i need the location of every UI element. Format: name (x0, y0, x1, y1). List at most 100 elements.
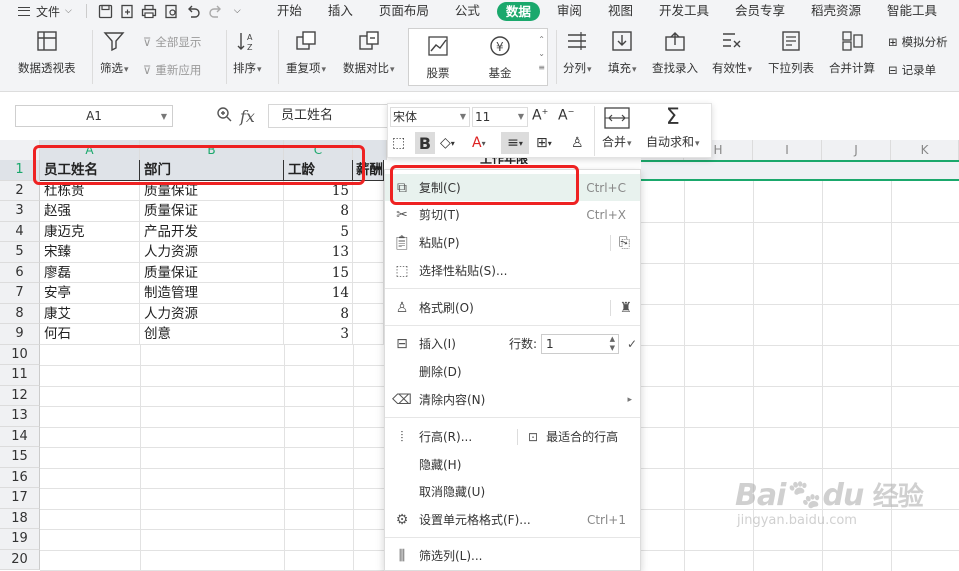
show-all-button[interactable]: ⊽ 全部显示 (143, 34, 201, 50)
table-cell[interactable]: 廖磊 (40, 262, 140, 283)
stock-button[interactable]: 股票 (425, 33, 451, 81)
fund-button[interactable]: ¥ 基金 (487, 33, 513, 81)
row-header[interactable]: 15 (0, 447, 40, 468)
row-header[interactable]: 17 (0, 488, 40, 509)
save-icon[interactable] (97, 3, 114, 20)
menu-item-paste[interactable]: 📋︎ 粘贴(P) ⎘ (385, 229, 640, 256)
tab-page-layout[interactable]: 页面布局 (366, 0, 442, 22)
row-header[interactable]: 5 (0, 242, 40, 263)
menu-item-format-cells[interactable]: ⚙ 设置单元格格式(F)... Ctrl+1 (385, 506, 640, 533)
record-form-button[interactable]: ⊟ 记录单 (888, 62, 936, 78)
font-family-select[interactable]: 宋体 ▼ (390, 107, 470, 127)
table-cell[interactable]: 产品开发 (140, 221, 284, 242)
tab-review[interactable]: 审阅 (544, 0, 595, 22)
table-cell[interactable]: 安亭 (40, 283, 140, 304)
row-header[interactable]: 20 (0, 549, 40, 570)
table-cell[interactable]: 14 (284, 283, 353, 304)
table-cell[interactable]: 制造管理 (140, 283, 284, 304)
file-menu[interactable]: 文件 ⌵ (0, 0, 80, 22)
table-cell[interactable]: 康艾 (40, 303, 140, 324)
row-header[interactable]: 13 (0, 406, 40, 427)
table-cell[interactable]: 康迈克 (40, 221, 140, 242)
tab-formulas[interactable]: 公式 (442, 0, 493, 22)
gallery-scroll[interactable]: ⌃ ⌄ ≡ (538, 33, 545, 75)
borders-icon[interactable]: ⊞ ▾ (536, 132, 552, 154)
table-cell[interactable]: 人力资源 (140, 242, 284, 263)
row-header[interactable]: 2 (0, 180, 40, 201)
menu-item-insert[interactable]: ⊟ 插入(I) 行数: 1 ▲ ▼ ✓ (385, 330, 640, 357)
tab-developer[interactable]: 开发工具 (646, 0, 722, 22)
undo-icon[interactable] (185, 3, 202, 20)
table-cell[interactable]: 质量保证 (140, 262, 284, 283)
table-cell[interactable]: 15 (284, 262, 353, 283)
menu-item-cut[interactable]: ✂ 剪切(T) Ctrl+X (385, 201, 640, 228)
menu-item-paste-special[interactable]: ⬚ 选择性粘贴(S)... (385, 257, 640, 284)
menu-item-hide[interactable]: 隐藏(H) (385, 451, 640, 478)
col-header-j[interactable]: J (822, 140, 891, 160)
table-cell[interactable]: 13 (284, 242, 353, 263)
table-cell[interactable] (353, 283, 384, 304)
print-icon[interactable] (141, 3, 158, 20)
tab-view[interactable]: 视图 (595, 0, 646, 22)
lookup-entry-button[interactable]: 查找录入 (652, 28, 698, 76)
row-header[interactable]: 12 (0, 385, 40, 406)
customize-quick-access-icon[interactable]: ⌵ (229, 3, 246, 20)
align-center-icon[interactable]: ≡ ▾ (501, 132, 529, 154)
row-header[interactable]: 10 (0, 344, 40, 365)
table-cell[interactable] (353, 221, 384, 242)
row-header[interactable]: 9 (0, 324, 40, 345)
table-cell[interactable]: 人力资源 (140, 303, 284, 324)
font-size-select[interactable]: 11 ▼ (472, 107, 528, 127)
tab-docer[interactable]: 稻壳资源 (798, 0, 874, 22)
col-header-i[interactable]: I (753, 140, 822, 160)
format-painter-multi-icon[interactable]: ♜ (619, 300, 632, 316)
zoom-search-icon[interactable] (216, 106, 232, 126)
dropdown-list-button[interactable]: 下拉列表 (768, 28, 814, 76)
row-header[interactable]: 11 (0, 365, 40, 386)
table-cell[interactable] (353, 303, 384, 324)
menu-item-unhide[interactable]: 取消隐藏(U) (385, 478, 640, 505)
chevron-down-icon[interactable]: ▼ (161, 112, 167, 121)
row-header[interactable]: 3 (0, 201, 40, 222)
tab-insert[interactable]: 插入 (315, 0, 366, 22)
table-cell[interactable] (353, 262, 384, 283)
font-color-icon[interactable]: A ▾ (472, 132, 486, 154)
simulate-analysis-button[interactable]: ⊞ 模拟分析 (888, 34, 948, 50)
sort-button[interactable]: AZ 排序 (233, 28, 262, 76)
menu-item-clear-contents[interactable]: ⌫ 清除内容(N) ▸ (385, 386, 640, 413)
table-cell[interactable]: 8 (284, 201, 353, 222)
validity-button[interactable]: 有效性 (712, 28, 752, 76)
autosum-button[interactable]: Σ 自动求和 (646, 107, 700, 150)
table-cell[interactable]: 3 (284, 324, 353, 345)
row-header[interactable]: 4 (0, 221, 40, 242)
tab-home[interactable]: 开始 (264, 0, 315, 22)
data-compare-button[interactable]: 数据对比 (343, 28, 395, 76)
fill-color-icon[interactable]: ◇ ▾ (440, 132, 455, 154)
format-cells-icon[interactable]: ⬚ (392, 132, 405, 154)
menu-item-format-painter[interactable]: ♙ 格式刷(O) ♜ (385, 294, 640, 321)
increase-font-icon[interactable]: A+ (532, 107, 548, 124)
row-header[interactable]: 18 (0, 508, 40, 529)
table-cell[interactable] (353, 242, 384, 263)
row-header[interactable]: 16 (0, 467, 40, 488)
table-cell[interactable] (353, 201, 384, 222)
table-cell[interactable] (353, 324, 384, 345)
decrease-font-icon[interactable]: A− (558, 107, 574, 124)
pivot-table-button[interactable]: 数据透视表 (18, 28, 76, 76)
row-header[interactable]: 19 (0, 529, 40, 550)
export-icon[interactable] (119, 3, 136, 20)
col-header-k[interactable]: K (891, 140, 959, 160)
filter-button[interactable]: 筛选 (100, 28, 129, 76)
row-header[interactable]: 14 (0, 426, 40, 447)
split-button[interactable]: 分列 (563, 28, 592, 76)
merge-calc-button[interactable]: 合并计算 (829, 28, 875, 76)
table-cell[interactable]: 质量保证 (140, 201, 284, 222)
row-count-input[interactable]: 1 ▲ ▼ (541, 333, 620, 354)
row-header[interactable]: 8 (0, 303, 40, 324)
table-cell[interactable]: 宋臻 (40, 242, 140, 263)
check-icon[interactable]: ✓ (627, 337, 637, 351)
name-box[interactable]: A1 ▼ (15, 105, 173, 127)
menu-item-row-height[interactable]: ⦙ 行高(R)... ⊡ 最适合的行高 (385, 423, 640, 450)
duplicates-button[interactable]: 重复项 (286, 28, 326, 76)
tab-member[interactable]: 会员专享 (722, 0, 798, 22)
